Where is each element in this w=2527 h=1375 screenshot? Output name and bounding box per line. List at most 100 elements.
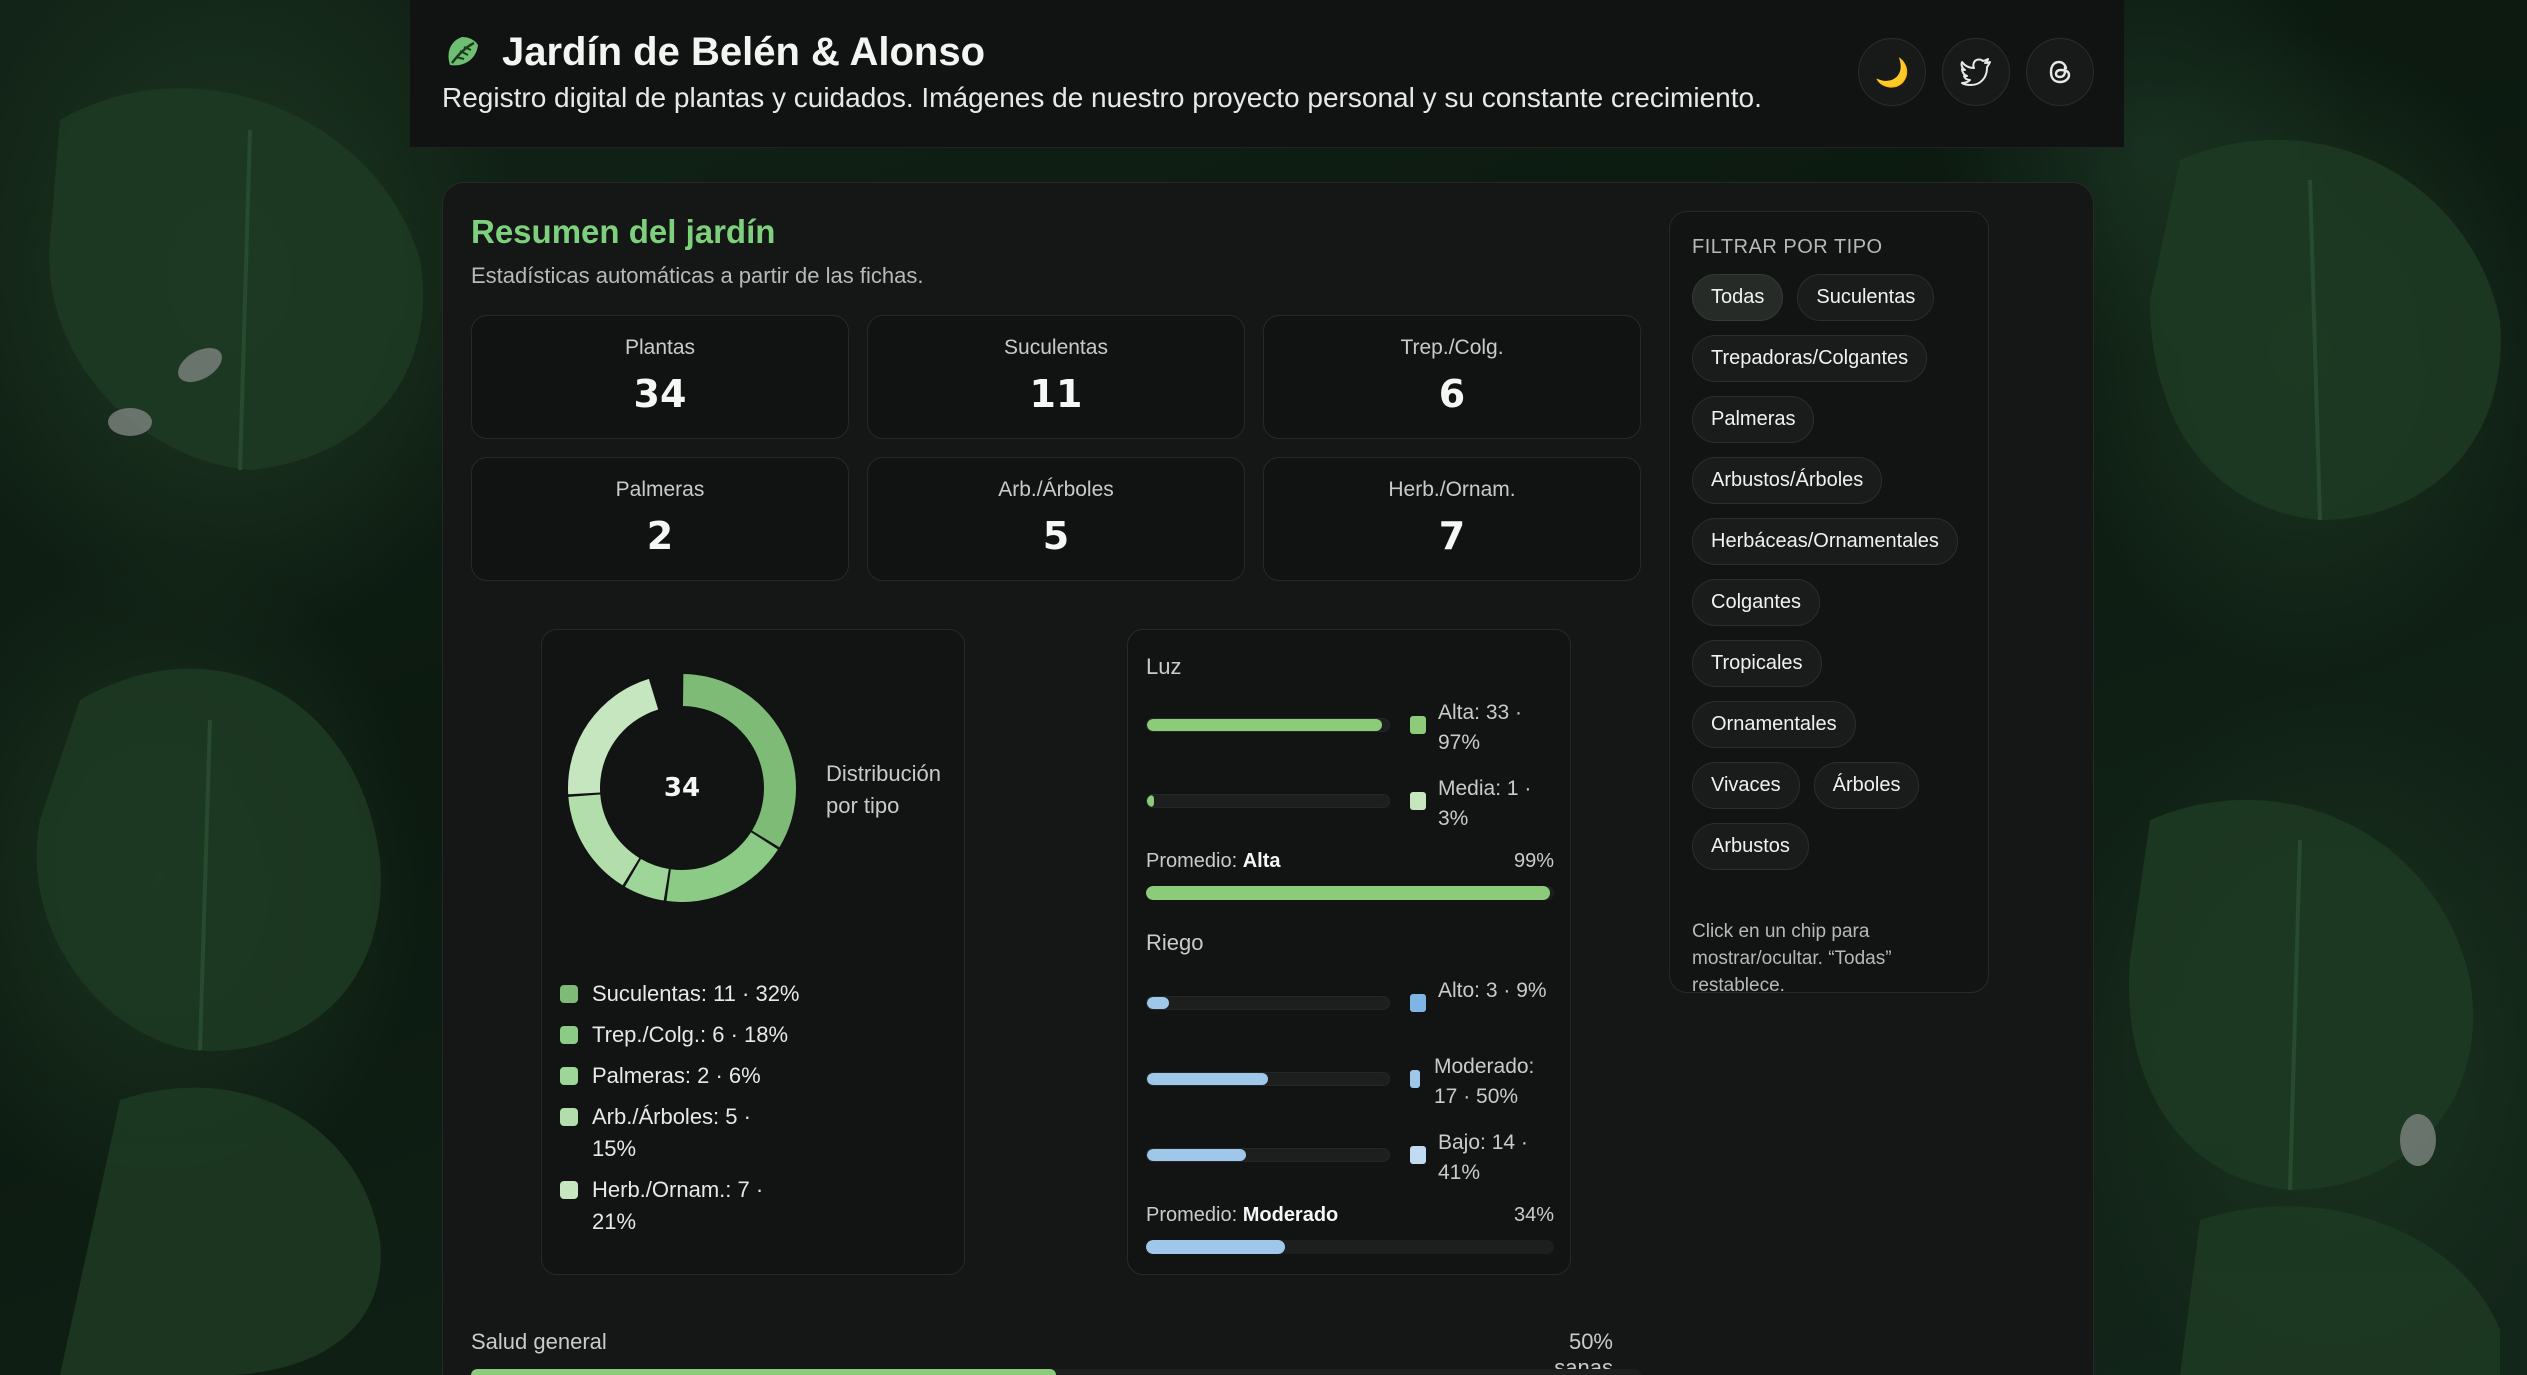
filter-chips: Todas Suculentas Trepadoras/Colgantes Pa… (1692, 274, 1982, 870)
donut-legend: Suculentas: 11 · 32% Trep./Colg.: 6 · 18… (560, 978, 800, 1247)
stat-value: 7 (1438, 514, 1466, 558)
donut-chart: 34 (568, 674, 796, 902)
garden-summary-panel: Resumen del jardín Estadísticas automáti… (442, 182, 2094, 1375)
legend-item: Arb./Árboles: 5 · 15% (560, 1101, 800, 1165)
stat-label: Plantas (624, 336, 696, 359)
light-average-fill (1146, 886, 1550, 900)
light-label: Luz (1146, 654, 1182, 679)
water-swatch (1410, 994, 1426, 1012)
water-bar-track (1146, 1148, 1390, 1162)
health-bar-fill (471, 1369, 1056, 1375)
chip-ornamentales[interactable]: Ornamentales (1692, 701, 1856, 748)
stat-value: 2 (646, 514, 674, 558)
legend-swatch (560, 1026, 578, 1044)
leaf-icon (448, 36, 478, 65)
legend-swatch (560, 1108, 578, 1126)
water-bar-fill (1147, 1149, 1247, 1161)
water-average: Promedio: Moderado 34% (1146, 1204, 1554, 1227)
avg-value: Moderado (1242, 1204, 1339, 1226)
legend-label: Palmeras: 2 · 6% (592, 1063, 761, 1088)
legend-label: Trep./Colg.: 6 · 18% (592, 1022, 789, 1047)
chip-palmeras[interactable]: Palmeras (1692, 396, 1815, 443)
stat-value: 6 (1438, 372, 1466, 416)
chip-trepadoras-colgantes[interactable]: Trepadoras/Colgantes (1692, 335, 1928, 382)
stat-card-arboles: Arb./Árboles 5 (867, 457, 1245, 581)
chip-suculentas[interactable]: Suculentas (1797, 274, 1935, 321)
water-swatch (1410, 1146, 1426, 1164)
legend-swatch (560, 1067, 578, 1085)
light-swatch (1410, 792, 1426, 810)
site-header: Jardín de Belén & Alonso Registro digita… (410, 0, 2124, 148)
chip-herbaceas-ornamentales[interactable]: Herbáceas/Ornamentales (1692, 518, 1958, 565)
avg-value: Alta (1242, 850, 1281, 872)
water-row-moderado: Moderado: 17 · 50% (1146, 1055, 1566, 1116)
light-bar-track (1146, 794, 1390, 808)
legend-label: Herb./Ornam.: 7 · 21% (592, 1177, 764, 1234)
stat-card-suculentas: Suculentas 11 (867, 315, 1245, 439)
water-average-track (1146, 1240, 1554, 1254)
legend-item: Palmeras: 2 · 6% (560, 1060, 800, 1092)
donut-center-value: 34 (663, 773, 701, 803)
water-bar-track (1146, 996, 1390, 1010)
light-bar-fill (1147, 719, 1382, 731)
stat-label: Trep./Colg. (1400, 336, 1504, 359)
water-label: Riego (1146, 930, 1204, 955)
avg-percent: 34% (1513, 1204, 1554, 1226)
theme-toggle-button[interactable]: 🌙 (1858, 38, 1926, 106)
stat-label: Herb./Ornam. (1388, 478, 1516, 501)
stat-label: Palmeras (615, 478, 705, 501)
avg-percent: 99% (1513, 850, 1554, 872)
light-row-media: Media: 1 · 3% (1146, 777, 1566, 838)
light-row-text: Alta: 33 · 97% (1438, 701, 1523, 754)
stat-card-plantas: Plantas 34 (471, 315, 849, 439)
water-row-text: Alto: 3 · 9% (1438, 979, 1547, 1002)
stat-card-trepadoras: Trep./Colg. 6 (1263, 315, 1641, 439)
chip-vivaces[interactable]: Vivaces (1692, 762, 1800, 809)
light-row-alta: Alta: 33 · 97% (1146, 701, 1566, 762)
water-row-bajo: Bajo: 14 · 41% (1146, 1131, 1566, 1192)
threads-button[interactable] (2026, 38, 2094, 106)
legend-swatch (560, 1181, 578, 1199)
chip-todas[interactable]: Todas (1692, 274, 1784, 321)
twitter-button[interactable] (1942, 38, 2010, 106)
summary-title: Resumen del jardín (471, 213, 776, 250)
light-swatch (1410, 716, 1426, 734)
donut-caption: Distribución por tipo (826, 761, 941, 818)
light-average: Promedio: Alta 99% (1146, 850, 1554, 873)
chip-arbustos-arboles[interactable]: Arbustos/Árboles (1692, 457, 1883, 504)
type-filter-card: FILTRAR POR TIPO Todas Suculentas Trepad… (1669, 211, 1989, 996)
legend-swatch (560, 985, 578, 1003)
chip-tropicales[interactable]: Tropicales (1692, 640, 1822, 687)
water-bar-fill (1147, 1073, 1268, 1085)
site-subtitle: Registro digital de plantas y cuidados. … (442, 82, 1762, 113)
twitter-icon (1960, 58, 1991, 86)
legend-item: Herb./Ornam.: 7 · 21% (560, 1174, 800, 1238)
water-bar-fill (1147, 997, 1169, 1009)
water-row-text: Bajo: 14 · 41% (1438, 1131, 1528, 1184)
legend-label: Arb./Árboles: 5 · 15% (592, 1104, 751, 1161)
threads-icon (2049, 60, 2071, 84)
legend-item: Suculentas: 11 · 32% (560, 978, 800, 1010)
water-row-text: Moderado: 17 · 50% (1434, 1055, 1535, 1108)
water-swatch (1410, 1070, 1420, 1088)
distribution-card: 34 Distribución por tipo Suculentas: 11 … (541, 629, 965, 1275)
chip-arboles[interactable]: Árboles (1813, 762, 1920, 809)
stat-label: Arb./Árboles (998, 478, 1114, 501)
stat-label: Suculentas (1004, 336, 1108, 359)
summary-subtitle: Estadísticas automáticas a partir de las… (471, 263, 924, 288)
light-bar-fill (1147, 795, 1155, 807)
filter-title: FILTRAR POR TIPO (1692, 236, 1883, 258)
stat-card-palmeras: Palmeras 2 (471, 457, 849, 581)
chip-colgantes[interactable]: Colgantes (1692, 579, 1821, 626)
stat-value: 5 (1042, 514, 1070, 558)
stat-value: 34 (633, 372, 687, 416)
chip-arbustos[interactable]: Arbustos (1692, 823, 1809, 870)
light-row-text: Media: 1 · 3% (1438, 777, 1532, 830)
filter-help-text: Click en un chip para mostrar/ocultar. “… (1692, 921, 1892, 996)
water-bar-track (1146, 1072, 1390, 1086)
avg-prefix: Promedio: (1146, 850, 1238, 872)
water-average-fill (1146, 1240, 1285, 1254)
water-row-alto: Alto: 3 · 9% (1146, 979, 1566, 1040)
site-title: Jardín de Belén & Alonso (502, 30, 986, 74)
health-bar-track (471, 1369, 1641, 1375)
